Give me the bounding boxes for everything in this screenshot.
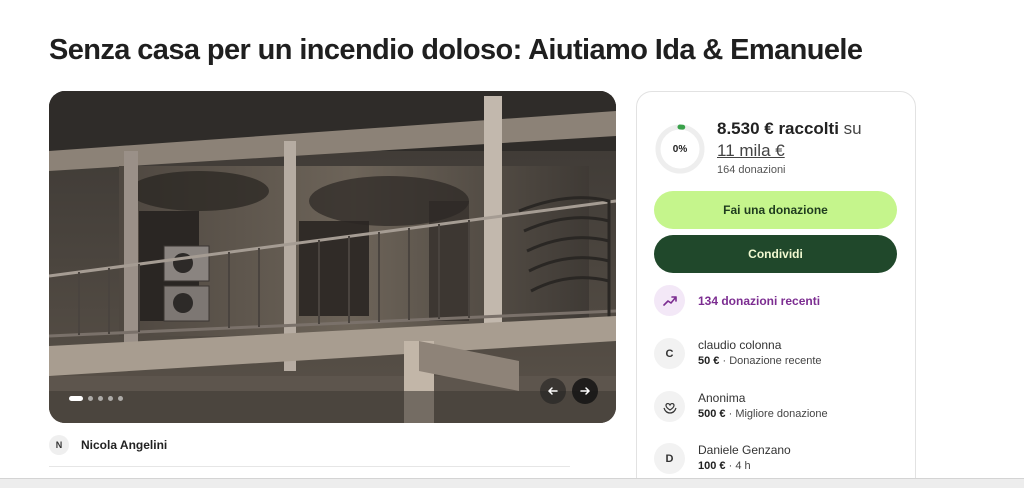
donor-name: Anonima <box>698 391 746 405</box>
gallery-next-button[interactable] <box>572 378 598 404</box>
raised-of: su <box>843 119 862 138</box>
donor-amount: 50 € <box>698 355 720 367</box>
donor-note: · 4 h <box>728 460 751 472</box>
section-divider <box>49 466 570 467</box>
donor-amount: 500 € <box>698 408 726 420</box>
donor-avatar: C <box>654 338 685 369</box>
recent-donations-label[interactable]: 134 donazioni recenti <box>698 294 820 308</box>
arrow-right-icon <box>580 387 591 395</box>
heart-hands-icon <box>654 391 685 422</box>
pagination-dot[interactable] <box>108 396 113 401</box>
recent-donations-link[interactable]: 134 donazioni recenti <box>654 285 820 316</box>
pagination-dot[interactable] <box>98 396 103 401</box>
donor-name: claudio colonna <box>698 338 782 352</box>
browser-bottom-bar <box>0 478 1024 488</box>
page-title: Senza casa per un incendio doloso: Aiuti… <box>49 34 863 66</box>
donor-name: Daniele Genzano <box>698 443 791 457</box>
donor-amount: 100 € <box>698 460 726 472</box>
donate-button[interactable]: Fai una donazione <box>654 191 897 229</box>
arrow-left-icon <box>547 387 558 395</box>
donor-meta: 500 € · Migliore donazione <box>698 406 828 422</box>
donor-meta: 100 € · 4 h <box>698 458 791 474</box>
donor-note: · Migliore donazione <box>728 408 828 420</box>
raised-summary: 8.530 € raccolti su 11 mila € <box>717 118 907 162</box>
donation-card: 0% 8.530 € raccolti su 11 mila € 164 don… <box>636 91 916 488</box>
pagination-dot[interactable] <box>69 396 83 401</box>
gallery-previous-button[interactable] <box>540 378 566 404</box>
donor-meta: 50 € · Donazione recente <box>698 353 822 369</box>
donations-count: 164 donazioni <box>717 164 786 176</box>
campaign-photo <box>49 91 616 423</box>
share-button[interactable]: Condividi <box>654 235 897 273</box>
donor-item: C claudio colonna 50 € · Donazione recen… <box>654 338 822 369</box>
organizer-info[interactable]: N Nicola Angelini <box>49 433 167 457</box>
donor-avatar: D <box>654 443 685 474</box>
goal-amount[interactable]: 11 mila € <box>717 141 785 160</box>
organizer-name[interactable]: Nicola Angelini <box>81 438 167 452</box>
progress-percent: 0% <box>672 143 688 155</box>
pagination-dot[interactable] <box>88 396 93 401</box>
donor-note: · Donazione recente <box>722 355 822 367</box>
campaign-photo-gallery[interactable] <box>49 91 616 423</box>
gallery-pagination[interactable] <box>69 396 123 401</box>
raised-amount: 8.530 € raccolti <box>717 119 839 138</box>
organizer-avatar: N <box>49 435 69 455</box>
trending-up-icon <box>654 285 685 316</box>
donor-item: Anonima 500 € · Migliore donazione <box>654 391 828 422</box>
pagination-dot[interactable] <box>118 396 123 401</box>
donor-item: D Daniele Genzano 100 € · 4 h <box>654 443 791 474</box>
